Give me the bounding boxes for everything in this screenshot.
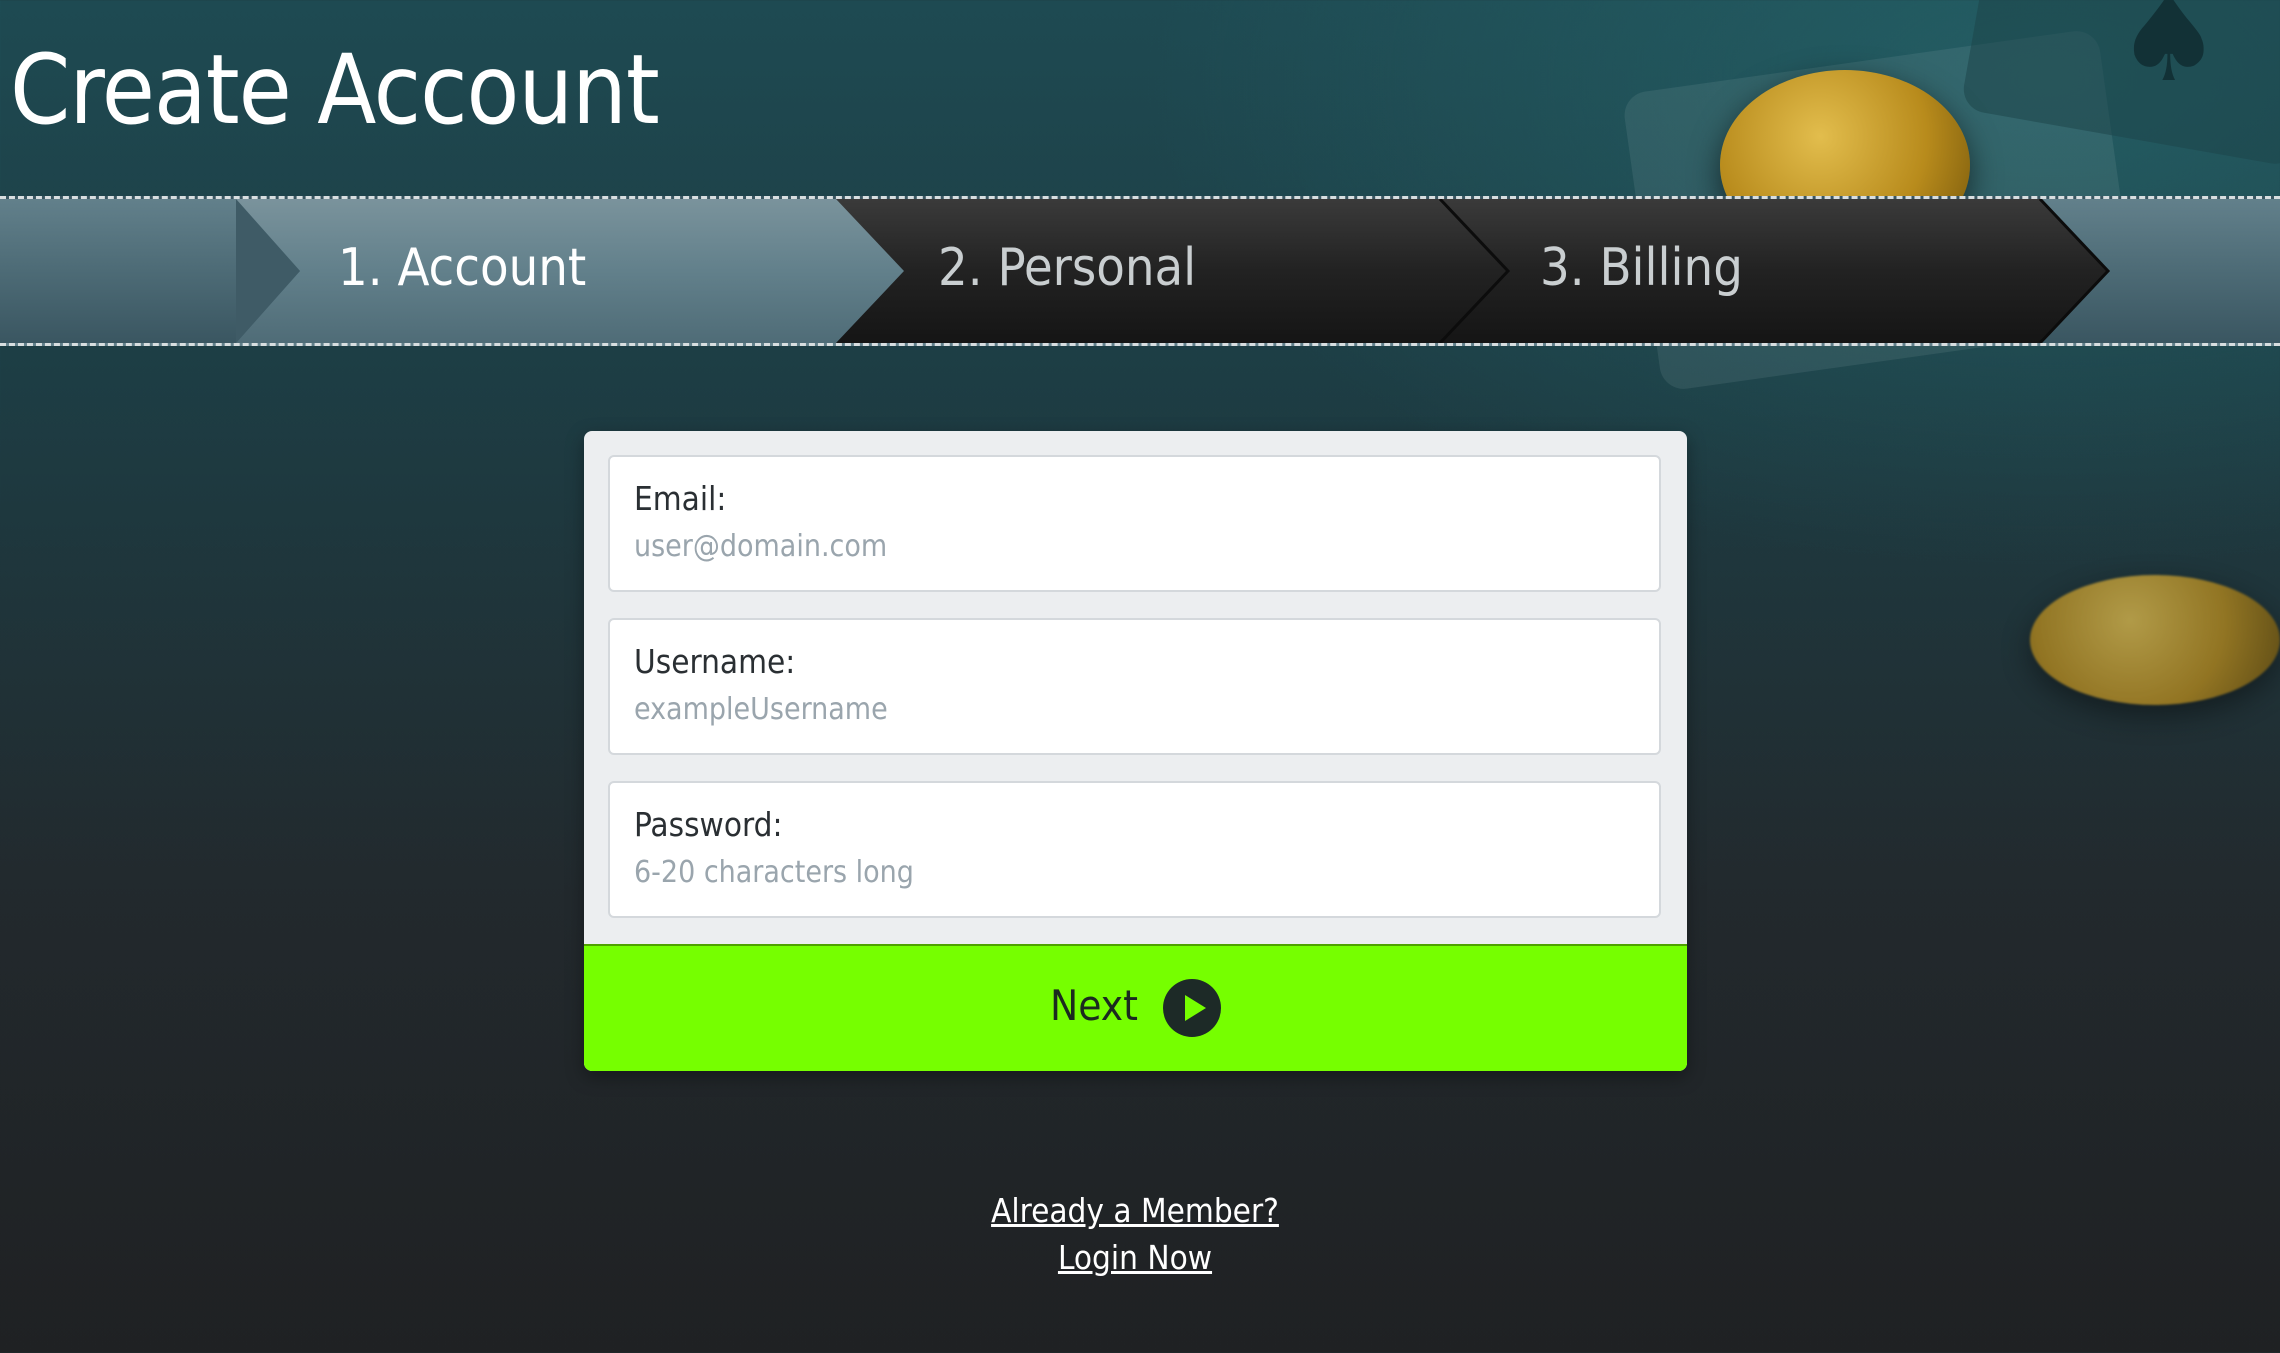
step-account[interactable]: 1. Account (338, 233, 586, 303)
email-input[interactable] (634, 523, 1634, 569)
page-title: Create Account (10, 34, 660, 146)
username-label: Username: (634, 642, 796, 681)
next-label: Next (1050, 981, 1138, 1030)
password-label: Password: (634, 805, 783, 844)
username-field[interactable]: Username: (608, 618, 1661, 755)
step-personal[interactable]: 2. Personal (938, 233, 1196, 303)
password-input[interactable] (634, 849, 1634, 895)
login-now-link[interactable]: Login Now (0, 1235, 2270, 1281)
password-field[interactable]: Password: (608, 781, 1661, 918)
background-playing-card (1960, 0, 2280, 168)
already-member-link[interactable]: Already a Member? (0, 1188, 2270, 1234)
username-input[interactable] (634, 686, 1634, 732)
play-circle-icon (1163, 979, 1221, 1037)
background-coin-image (2030, 575, 2280, 705)
spade-icon: ♠ (2115, 0, 2223, 109)
account-form: Email: Username: Password: Next (584, 431, 1687, 1071)
next-button[interactable]: Next (584, 944, 1687, 1071)
email-label: Email: (634, 479, 727, 518)
email-field[interactable]: Email: (608, 455, 1661, 592)
step-billing[interactable]: 3. Billing (1540, 233, 1743, 303)
progress-steps: 1. Account 2. Personal 3. Billing (0, 196, 2280, 346)
